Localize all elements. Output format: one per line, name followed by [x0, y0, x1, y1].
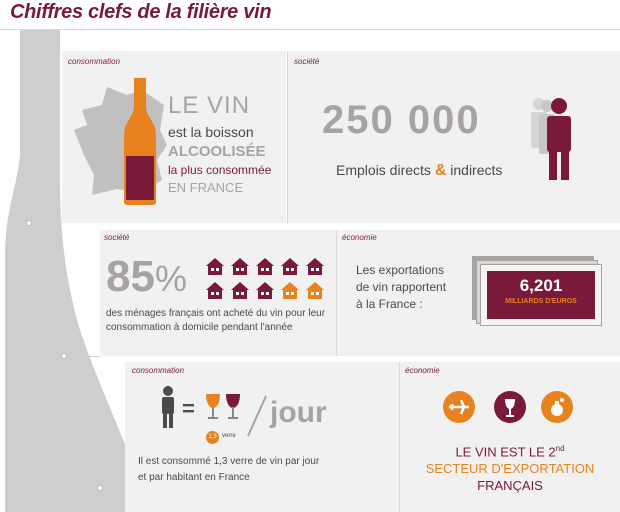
- people-crowd-icon: [531, 98, 571, 180]
- glass-word: verre: [222, 433, 236, 439]
- panel2-label: Emplois directs & indirects: [336, 162, 503, 179]
- panel3-percent: 85%: [106, 252, 187, 301]
- category-label: consommation: [68, 57, 121, 66]
- banknote-face: 6,201 MILLIARDS D'EUROS: [487, 271, 595, 319]
- panel1-line3: ALCOOLISÉE: [168, 143, 266, 160]
- perfume-icon: [541, 391, 573, 423]
- panel1-line2: est la boisson: [168, 124, 254, 140]
- per-day-label: jour: [270, 396, 327, 429]
- wine-glasses-icon: [206, 394, 240, 419]
- equals-sign: =: [182, 396, 195, 421]
- category-label: société: [294, 57, 320, 66]
- page-title: Chiffres clefs de la filière vin: [10, 1, 272, 23]
- category-label: consommation: [132, 366, 185, 375]
- houses-icon: [206, 258, 324, 299]
- wine-glass-icon: [494, 391, 526, 423]
- connector-dot: [97, 485, 103, 491]
- airplane-icon: [443, 391, 475, 423]
- wine-bottle-icon: [124, 78, 156, 205]
- panel4-unit: MILLIARDS D'EUROS: [505, 298, 577, 305]
- panel5-text: Il est consommé 1,3 verre de vin par jou…: [138, 456, 320, 483]
- connector-line: [64, 356, 100, 357]
- panel1-line5: EN FRANCE: [168, 180, 244, 195]
- panel1-line1: LE VIN: [168, 92, 251, 119]
- panel6-text: LE VIN EST LE 2nd SECTEUR D'EXPORTATION …: [425, 444, 595, 494]
- category-label: économie: [405, 366, 440, 375]
- category-label: société: [104, 233, 130, 242]
- connector-line: [30, 223, 62, 224]
- glass-count-badge: 1,3: [206, 431, 219, 444]
- connector-dot: [61, 353, 67, 359]
- person-icon: [162, 386, 174, 428]
- panel2-number: 250 000: [322, 98, 481, 142]
- panel4-text: Les exportations de vin rapportent à la …: [356, 263, 447, 311]
- panel1-line4: la plus consommée: [168, 163, 272, 177]
- panel4-amount: 6,201: [519, 276, 563, 295]
- banknote: 6,201 MILLIARDS D'EUROS: [480, 264, 602, 326]
- connector-line: [100, 488, 125, 489]
- category-label: économie: [342, 233, 377, 242]
- connector-dot: [26, 220, 32, 226]
- slash-divider: [247, 395, 267, 437]
- panel3-text: des ménages français ont acheté du vin p…: [106, 308, 326, 333]
